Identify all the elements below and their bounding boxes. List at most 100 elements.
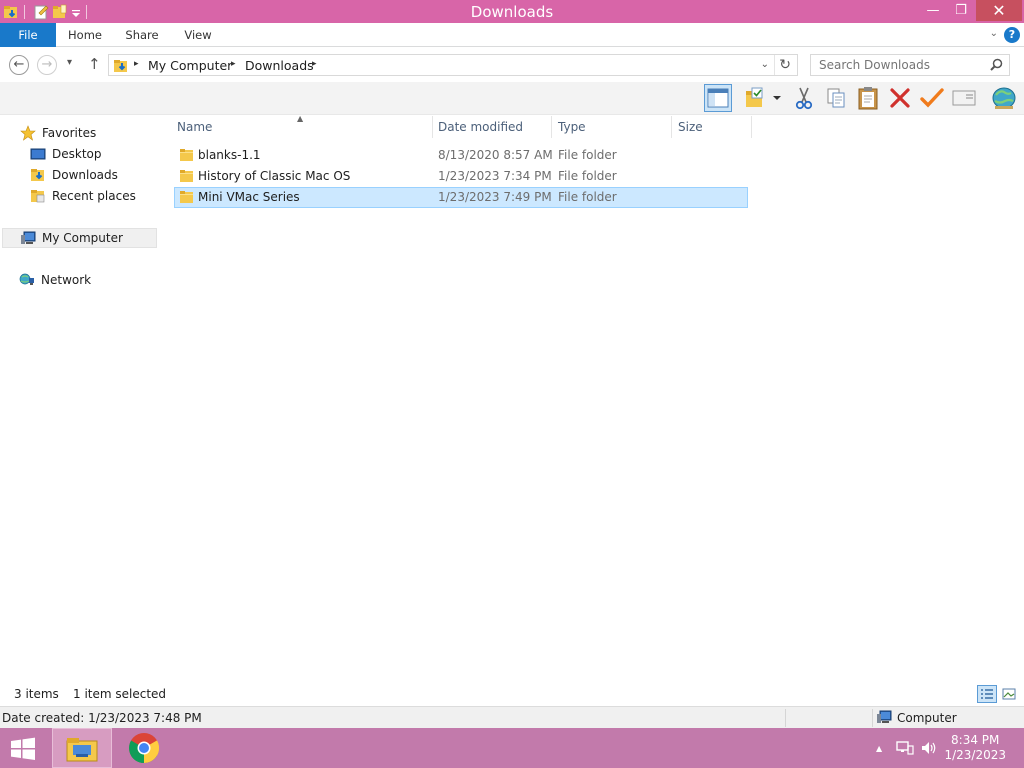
file-type: File folder [558, 190, 617, 204]
recent-locations-button[interactable]: ▾ [67, 57, 72, 68]
copy-button[interactable] [822, 84, 850, 112]
minimize-button[interactable]: — [920, 0, 946, 21]
tab-home[interactable]: Home [60, 23, 110, 47]
taskbar-clock[interactable]: 8:34 PM 1/23/2023 [944, 733, 1006, 763]
tray-expand-icon[interactable]: ▲ [876, 744, 882, 753]
column-divider[interactable] [671, 116, 672, 138]
folder-check-icon [746, 87, 763, 107]
nav-recent-places-label: Recent places [52, 189, 136, 203]
envelope-icon [952, 90, 976, 106]
tab-view[interactable]: View [176, 23, 220, 47]
breadcrumb-separator[interactable]: ▸ [134, 59, 139, 69]
taskbar-file-explorer[interactable] [52, 728, 112, 768]
address-dropdown-icon[interactable]: ⌄ [761, 59, 769, 70]
ribbon-tabs: File Home Share View ⌄ ? [0, 23, 1024, 47]
preview-pane-icon [707, 88, 729, 108]
paste-button[interactable] [854, 84, 882, 112]
command-toolbar [0, 82, 1024, 115]
zone-computer: Computer [876, 710, 957, 725]
qat-separator [24, 4, 25, 19]
search-box[interactable] [810, 54, 1010, 76]
nav-network[interactable]: Network [19, 270, 91, 290]
chevron-down-icon [773, 96, 781, 100]
delete-button[interactable] [886, 84, 914, 112]
address-bar[interactable]: ▸ My Computer ▸ Downloads ▸ ⌄ ↻ [108, 54, 798, 76]
tray-network[interactable] [896, 728, 914, 768]
nav-favorites[interactable]: Favorites [20, 123, 96, 143]
column-header-size[interactable]: Size [673, 116, 751, 138]
computer-icon [20, 230, 36, 246]
copy-icon [827, 88, 845, 108]
volume-icon [922, 742, 936, 754]
nav-favorites-label: Favorites [42, 126, 97, 140]
qat-separator-end [86, 4, 87, 19]
move-to-button[interactable] [742, 84, 770, 112]
details-divider [872, 709, 873, 727]
details-divider [785, 709, 786, 727]
details-view-button[interactable] [977, 685, 997, 703]
zone-label: Computer [897, 710, 957, 725]
address-divider [774, 55, 775, 75]
up-button[interactable]: ↑ [88, 55, 101, 73]
table-row-selected[interactable]: Mini VMac Series 1/23/2023 7:49 PM File … [174, 187, 748, 208]
close-button[interactable]: ✕ [976, 0, 1022, 21]
column-divider[interactable] [751, 116, 752, 138]
properties-icon[interactable] [33, 4, 49, 20]
breadcrumb-downloads[interactable]: Downloads [245, 58, 314, 73]
back-button[interactable]: ← [9, 55, 29, 75]
item-count: 3 items [14, 687, 59, 701]
breadcrumb-separator[interactable]: ▸ [312, 59, 317, 69]
breadcrumb-my-computer[interactable]: My Computer [148, 58, 232, 73]
expand-ribbon-icon[interactable]: ⌄ [990, 28, 998, 39]
status-bar: 3 items 1 item selected [0, 682, 1024, 706]
move-to-dropdown[interactable] [770, 84, 784, 112]
large-icons-view-button[interactable] [999, 685, 1019, 703]
network-icon [19, 272, 35, 288]
nav-desktop[interactable]: Desktop [30, 144, 102, 164]
taskbar-chrome[interactable] [114, 728, 174, 768]
nav-network-label: Network [41, 273, 92, 287]
folder-icon [179, 190, 194, 204]
nav-my-computer-label: My Computer [42, 231, 123, 245]
tray-volume[interactable] [920, 728, 938, 768]
network-button[interactable] [990, 84, 1018, 112]
table-row[interactable]: blanks-1.1 8/13/2020 8:57 AM File folder [174, 145, 748, 166]
file-type: File folder [558, 148, 617, 162]
column-header-name[interactable]: Name [172, 116, 432, 138]
file-name: blanks-1.1 [198, 148, 261, 162]
column-header-date-modified[interactable]: Date modified [433, 116, 551, 138]
refresh-icon[interactable]: ↻ [779, 57, 791, 73]
windows-logo-icon [11, 737, 35, 760]
column-header-type[interactable]: Type [553, 116, 671, 138]
file-date-modified: 1/23/2023 7:34 PM [438, 169, 552, 183]
file-name: Mini VMac Series [198, 190, 300, 204]
preview-pane-button[interactable] [704, 84, 732, 112]
folder-download-icon[interactable] [3, 4, 19, 20]
tab-file[interactable]: File [0, 23, 56, 47]
email-button[interactable] [950, 84, 978, 112]
start-button[interactable] [8, 737, 38, 761]
new-folder-icon[interactable] [52, 4, 68, 20]
customize-qat-icon[interactable] [71, 4, 81, 20]
table-row[interactable]: History of Classic Mac OS 1/23/2023 7:34… [174, 166, 748, 187]
window-title: Downloads [470, 3, 554, 21]
nav-my-computer[interactable]: My Computer [2, 228, 157, 248]
cut-button[interactable] [790, 84, 818, 112]
rename-button[interactable] [918, 84, 946, 112]
nav-downloads[interactable]: Downloads [30, 165, 118, 185]
search-icon[interactable] [990, 58, 1003, 71]
maximize-button[interactable]: ❐ [948, 0, 974, 21]
nav-recent-places[interactable]: Recent places [30, 186, 136, 206]
nav-desktop-label: Desktop [52, 147, 102, 161]
desktop-icon [30, 146, 46, 162]
help-icon[interactable]: ? [1004, 27, 1020, 43]
downloads-folder-icon [113, 58, 129, 73]
search-input[interactable] [811, 55, 981, 75]
tray-expand-button[interactable]: ▲ [876, 728, 882, 768]
breadcrumb-separator[interactable]: ▸ [231, 59, 236, 69]
file-date-modified: 1/23/2023 7:49 PM [438, 190, 552, 204]
tab-share[interactable]: Share [118, 23, 166, 47]
forward-button[interactable]: → [37, 55, 57, 75]
details-view-icon [981, 689, 993, 699]
column-divider[interactable] [551, 116, 552, 138]
